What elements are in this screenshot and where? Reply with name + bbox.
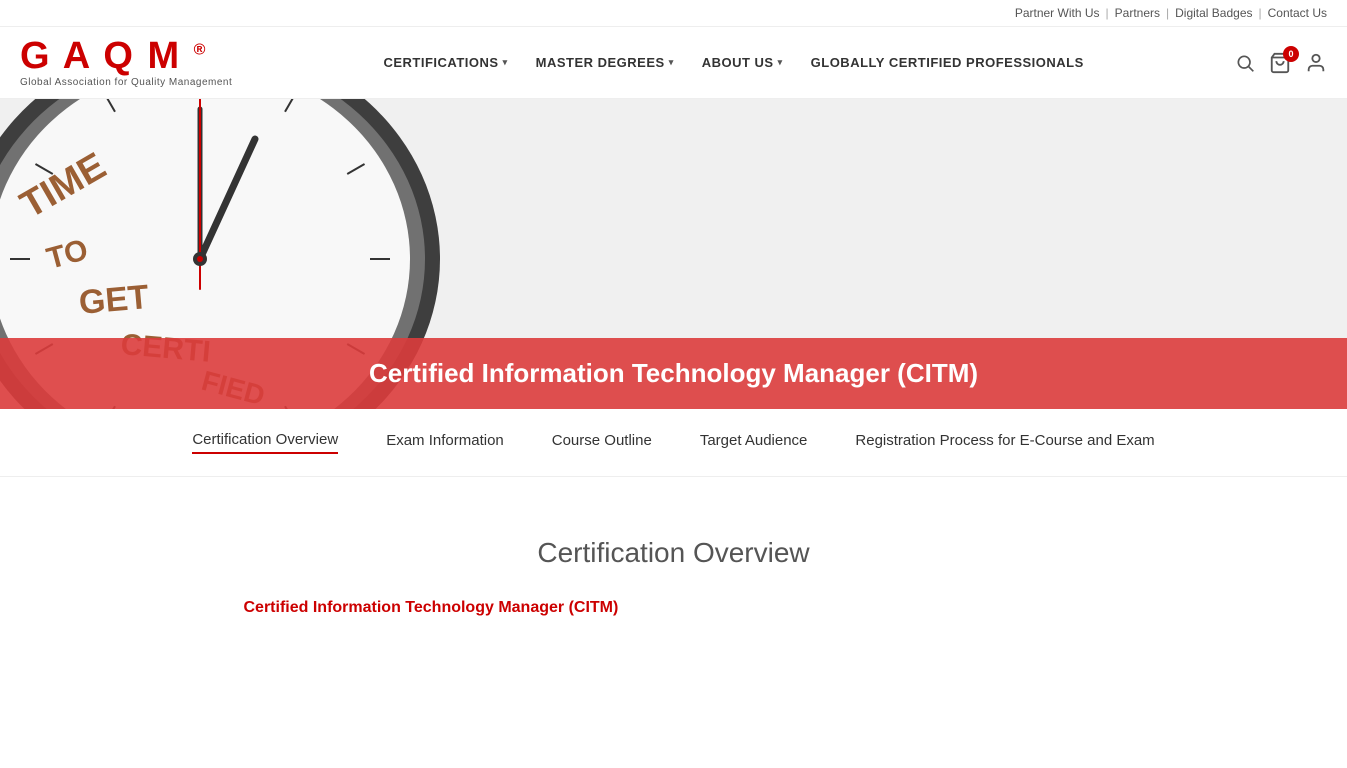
nav-certifications-chevron: ▾: [503, 57, 508, 68]
logo-registered: ®: [194, 41, 208, 58]
partner-with-us-link[interactable]: Partner With Us: [1015, 6, 1100, 20]
search-button[interactable]: [1235, 53, 1255, 73]
cert-subtitle: Certified Information Technology Manager…: [244, 599, 1104, 617]
separator-3: |: [1259, 6, 1262, 20]
tab-registration-process[interactable]: Registration Process for E-Course and Ex…: [855, 432, 1154, 453]
hero-section: TIME TO GET CERTI FIED: [0, 99, 1347, 409]
logo-subtext: Global Association for Quality Managemen…: [20, 77, 232, 88]
separator-1: |: [1106, 6, 1109, 20]
nav-certifications[interactable]: CERTIFICATIONS ▾: [383, 55, 507, 70]
logo-m: M: [147, 35, 181, 77]
nav-about-us-chevron: ▾: [778, 57, 783, 68]
nav-about-us[interactable]: ABOUT US ▾: [702, 55, 783, 70]
logo-area[interactable]: G A Q M ® Global Association for Quality…: [20, 37, 232, 88]
hero-banner: Certified Information Technology Manager…: [0, 338, 1347, 409]
tab-target-audience[interactable]: Target Audience: [700, 432, 808, 453]
site-header: G A Q M ® Global Association for Quality…: [0, 27, 1347, 99]
user-icon: [1305, 52, 1327, 74]
nav-certifications-label: CERTIFICATIONS: [383, 55, 498, 70]
user-button[interactable]: [1305, 52, 1327, 74]
main-nav: CERTIFICATIONS ▾ MASTER DEGREES ▾ ABOUT …: [232, 55, 1235, 70]
contact-us-link[interactable]: Contact Us: [1268, 6, 1327, 20]
svg-text:GET: GET: [77, 278, 150, 322]
separator-2: |: [1166, 6, 1169, 20]
top-utility-bar: Partner With Us | Partners | Digital Bad…: [0, 0, 1347, 27]
cart-badge: 0: [1283, 46, 1299, 62]
nav-globally-certified-label: GLOBALLY CERTIFIED PROFESSIONALS: [811, 55, 1084, 70]
hero-title: Certified Information Technology Manager…: [40, 358, 1307, 389]
logo-text: G A Q M ®: [20, 37, 232, 75]
nav-master-degrees-label: MASTER DEGREES: [536, 55, 665, 70]
tab-exam-information[interactable]: Exam Information: [386, 432, 504, 453]
partners-link[interactable]: Partners: [1115, 6, 1160, 20]
tab-course-outline[interactable]: Course Outline: [552, 432, 652, 453]
nav-master-degrees-chevron: ▾: [669, 57, 674, 68]
section-title: Certification Overview: [244, 537, 1104, 569]
main-content: Certification Overview Certified Informa…: [224, 537, 1124, 617]
digital-badges-link[interactable]: Digital Badges: [1175, 6, 1252, 20]
nav-master-degrees[interactable]: MASTER DEGREES ▾: [536, 55, 674, 70]
nav-globally-certified[interactable]: GLOBALLY CERTIFIED PROFESSIONALS: [811, 55, 1084, 70]
nav-about-us-label: ABOUT US: [702, 55, 774, 70]
nav-icons: 0: [1235, 52, 1327, 74]
logo-a: A: [63, 35, 91, 77]
logo-g: G: [20, 35, 52, 77]
tab-certification-overview[interactable]: Certification Overview: [192, 431, 338, 454]
tabs-nav: Certification Overview Exam Information …: [0, 409, 1347, 477]
logo-q: Q: [103, 35, 135, 77]
search-icon: [1235, 53, 1255, 73]
cart-button[interactable]: 0: [1269, 52, 1291, 74]
